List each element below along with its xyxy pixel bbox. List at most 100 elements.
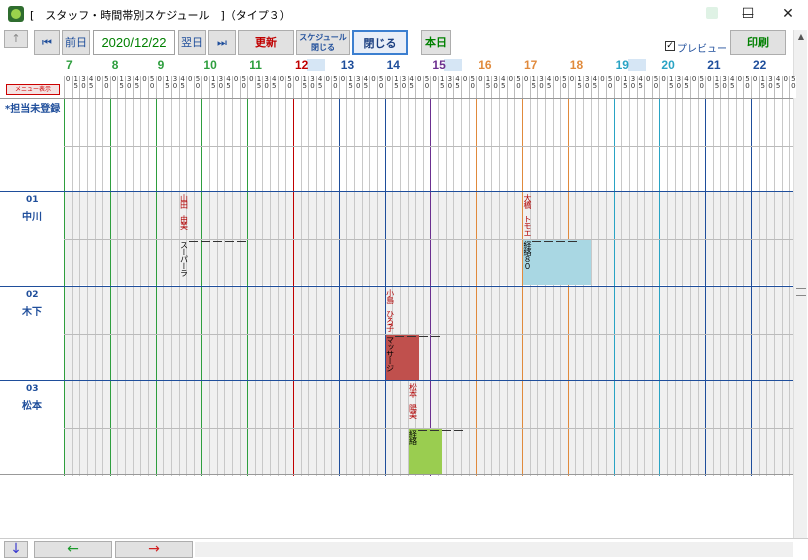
minute-digit: 5 (119, 82, 124, 90)
last-button[interactable]: ⏭ (208, 30, 236, 55)
minute-header-cell: 0 (613, 76, 621, 98)
event-dash (568, 241, 577, 242)
minute-digit: 0 (264, 82, 269, 90)
event-customer-name[interactable]: 小島 ひろ子 (386, 289, 395, 333)
event-dash (212, 241, 222, 242)
minute-gridline (346, 98, 348, 476)
hour-label: 11 (249, 58, 262, 72)
row-midline (64, 334, 793, 335)
window-title: [ スタッフ・時間帯別スケジュール ]（タイプ３） (30, 9, 291, 22)
minute-digit: 0 (584, 82, 590, 90)
minute-gridline (499, 98, 501, 476)
minute-header-cell: 45 (132, 76, 141, 98)
minute-header-cell: 15 (712, 76, 721, 98)
minute-header-cell: 30 (354, 76, 362, 98)
minute-gridline (605, 98, 607, 476)
date-field[interactable]: 2020/12/22 (93, 30, 175, 55)
minute-gridline (506, 98, 508, 476)
minute-gridline (460, 98, 462, 476)
minute-header-cell: 0 (186, 76, 194, 98)
scroll-right-button[interactable]: → (115, 541, 193, 558)
minute-digit: 0 (126, 82, 132, 90)
event-dash (406, 336, 416, 337)
minute-header-cell: 0 (735, 76, 744, 98)
minute-header-cell: 0 (552, 76, 560, 98)
minute-header-cell: 0 (369, 76, 377, 98)
minute-digit: 0 (661, 75, 666, 83)
event-customer-name[interactable]: 大橋 トモエ (523, 194, 532, 238)
hour-gridline (247, 98, 249, 476)
minute-header-cell: 50 (193, 76, 202, 98)
vertical-scrollbar[interactable]: ▲ (793, 30, 807, 538)
prev-day-button[interactable]: 前日 (62, 30, 90, 55)
event-service-label[interactable]: 経絡 (409, 430, 418, 472)
hour-gridline (705, 98, 707, 476)
minute-header-cell: 50 (697, 76, 705, 98)
minute-gridline (483, 98, 485, 476)
minute-header-cell: 45 (636, 76, 644, 98)
hour-gridline (109, 98, 111, 476)
minute-digit: 0 (355, 82, 361, 90)
staff-id-label: 01 (26, 195, 39, 205)
minute-header-cell: 15 (621, 76, 629, 98)
event-customer-name[interactable]: 松本 陽美 (409, 383, 418, 427)
minute-header-cell: 50 (743, 76, 751, 98)
minute-digit: 0 (432, 75, 437, 83)
event-block[interactable] (523, 240, 591, 285)
minute-gridline (781, 98, 783, 476)
minute-digit: 0 (249, 75, 254, 83)
hour-highlight (627, 59, 646, 71)
event-customer-name[interactable]: 山田 由美 (180, 194, 189, 238)
minute-header-cell: 0 (64, 76, 72, 98)
minute-gridline (789, 98, 791, 476)
minute-digit: 5 (577, 82, 582, 90)
minute-header-cell: 0 (94, 76, 102, 98)
minute-gridline (728, 98, 730, 476)
up-arrow-button[interactable]: ↑ (4, 30, 28, 48)
minute-gridline (651, 98, 653, 476)
scroll-left-button[interactable]: ← (34, 541, 112, 558)
minute-gridline (392, 98, 394, 476)
minute-header-cell: 45 (407, 76, 415, 98)
close-window-button[interactable]: ✕ (773, 4, 803, 24)
scroll-grip-icon[interactable] (796, 288, 806, 296)
minute-gridline (254, 98, 256, 476)
minute-digit: 0 (203, 75, 208, 83)
menu-display-button[interactable]: メニュー表示 (6, 84, 60, 95)
minute-digit: 0 (233, 75, 239, 83)
event-service-label[interactable]: 経絡８０ (523, 241, 532, 283)
horizontal-scroll-track[interactable] (195, 542, 793, 557)
title-bar: [ スタッフ・時間帯別スケジュール ]（タイプ３） — ☐ ✕ (0, 0, 808, 28)
refresh-button[interactable]: 更新 (238, 30, 294, 55)
minute-digit: 0 (470, 82, 475, 90)
minute-header-cell: 50 (422, 76, 431, 98)
next-day-button[interactable]: 翌日 (178, 30, 206, 55)
today-button[interactable]: 本日 (421, 30, 451, 55)
print-button[interactable]: 印刷 (730, 30, 786, 55)
minute-digit: 0 (447, 82, 453, 90)
scroll-up-icon[interactable]: ▲ (794, 30, 808, 44)
minute-header-cell: 30 (445, 76, 453, 98)
hour-label: 20 (661, 58, 675, 72)
schedule-close-line1: スケジュール (299, 33, 347, 42)
maximize-button[interactable]: ☐ (733, 4, 763, 24)
hour-label: 10 (203, 58, 217, 72)
close-button[interactable]: 閉じる (352, 30, 408, 55)
minute-digit: 0 (401, 82, 407, 90)
minute-header-cell: 15 (209, 76, 217, 98)
hour-label: 22 (753, 58, 767, 72)
row-divider (0, 98, 793, 99)
event-service-label[interactable]: マッサージ (386, 336, 395, 378)
minute-header-cell: 30 (491, 76, 499, 98)
preview-checkbox[interactable]: ✓ (665, 41, 675, 51)
hour-gridline (476, 98, 478, 476)
first-button[interactable]: ⏮ (34, 30, 60, 55)
schedule-close-button[interactable]: スケジュール 閉じる (296, 30, 350, 55)
preview-label: プレビュー (677, 44, 727, 55)
hour-label: 14 (386, 58, 400, 72)
minute-header-cell: 45 (728, 76, 736, 98)
event-dash (453, 430, 463, 431)
minute-header-cell: 0 (155, 76, 163, 98)
down-arrow-button[interactable]: ↓ (4, 541, 28, 558)
event-service-label[interactable]: スーパーラ (180, 241, 189, 283)
